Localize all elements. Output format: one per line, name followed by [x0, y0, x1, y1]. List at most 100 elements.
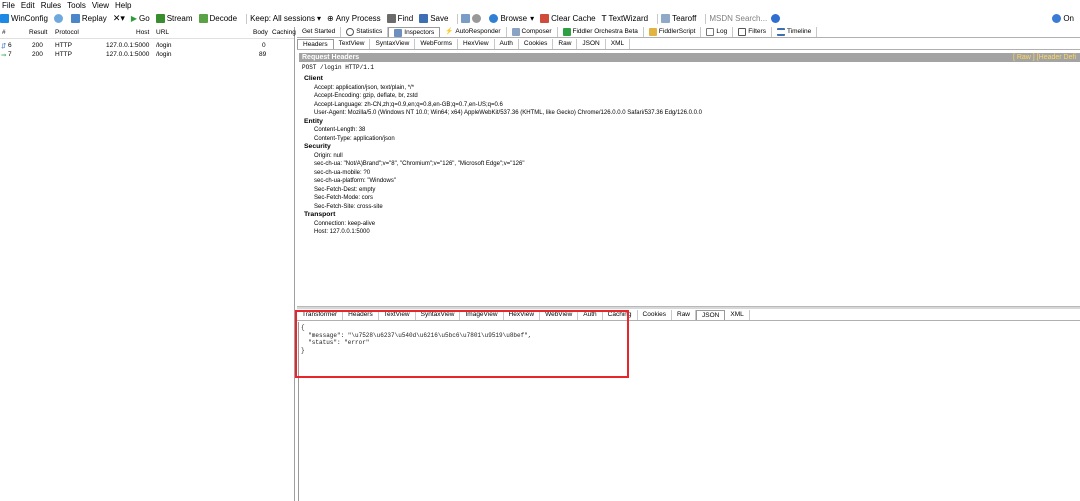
header-entry[interactable]: Connection: keep-alive	[304, 220, 1064, 229]
chevron-down-icon: ▾	[530, 14, 535, 23]
crosshair-icon: ⊕	[327, 14, 334, 23]
session-list-header: # Result Protocol Host URL Body Caching	[0, 27, 296, 39]
tab-request-raw[interactable]: Raw	[553, 39, 578, 49]
save-button[interactable]: Save	[419, 14, 448, 23]
tab-fiddler-orchestra[interactable]: Fiddler Orchestra Beta	[558, 27, 644, 37]
binoculars-icon	[386, 14, 396, 23]
menu-bar: File Edit Rules Tools View Help	[0, 0, 1080, 11]
header-entry[interactable]: Accept-Encoding: gzip, deflate, br, zstd	[304, 92, 1064, 101]
session-row[interactable]: ⇒ 7 200 HTTP 127.0.0.1:5000 /login 89	[0, 50, 294, 59]
replay-button[interactable]: Replay	[70, 14, 107, 23]
column-header-host[interactable]: Host	[136, 29, 149, 36]
request-tabs: Headers TextView SyntaxView WebForms Hex…	[297, 39, 1080, 50]
request-response-splitter[interactable]	[297, 306, 1080, 309]
column-header-number[interactable]: #	[2, 29, 6, 36]
filters-checkbox-icon	[738, 28, 747, 36]
tab-get-started[interactable]: Get Started	[297, 27, 342, 37]
tab-response-xml[interactable]: XML	[725, 310, 750, 320]
header-entry[interactable]: sec-ch-ua-mobile: ?0	[304, 169, 1064, 178]
clear-cache-icon	[540, 14, 550, 23]
tearoff-button[interactable]: Tearoff	[654, 13, 696, 24]
winconfig-button[interactable]: WinConfig	[0, 14, 48, 23]
comment-button[interactable]	[53, 14, 65, 23]
header-group-entity[interactable]: Entity	[304, 118, 1064, 127]
any-process-button[interactable]: ⊕ Any Process	[327, 14, 381, 23]
header-entry[interactable]: Content-Type: application/json	[304, 135, 1064, 144]
tab-autoresponder[interactable]: ⚡ AutoResponder	[440, 27, 507, 37]
tab-request-cookies[interactable]: Cookies	[519, 39, 554, 49]
header-entry[interactable]: Host: 127.0.0.1:5000	[304, 228, 1064, 237]
tab-log[interactable]: Log	[701, 27, 734, 37]
column-header-body[interactable]: Body	[253, 29, 268, 36]
header-entry[interactable]: Accept: application/json, text/plain, */…	[304, 84, 1064, 93]
textwizard-icon: T	[601, 14, 607, 23]
tab-inspectors[interactable]: Inspectors	[388, 27, 441, 37]
header-group-transport[interactable]: Transport	[304, 211, 1064, 220]
save-icon	[419, 14, 429, 23]
session-body: 89	[259, 51, 267, 58]
tab-request-headers[interactable]: Headers	[297, 39, 334, 49]
menu-file[interactable]: File	[2, 1, 15, 10]
tab-filters[interactable]: Filters	[733, 27, 772, 37]
column-header-caching[interactable]: Caching	[272, 29, 296, 36]
column-header-url[interactable]: URL	[156, 29, 169, 36]
session-result: 200	[32, 42, 43, 49]
tab-response-raw[interactable]: Raw	[672, 310, 697, 320]
header-entry[interactable]: Sec-Fetch-Site: cross-site	[304, 203, 1064, 212]
online-indicator: On	[1052, 14, 1074, 23]
keep-sessions-dropdown[interactable]: Keep: All sessions ▾	[243, 13, 321, 24]
header-group-security[interactable]: Security	[304, 143, 1064, 152]
tab-fiddlerscript[interactable]: FiddlerScript	[644, 27, 702, 37]
msdn-search-input[interactable]: MSDN Search...	[702, 13, 782, 24]
go-button[interactable]: ▶ Go	[131, 14, 150, 23]
tab-request-xml[interactable]: XML	[606, 39, 631, 49]
tab-request-hexview[interactable]: HexView	[458, 39, 495, 49]
tab-request-textview[interactable]: TextView	[334, 39, 371, 49]
fiddlerscript-icon	[648, 28, 657, 36]
session-row[interactable]: ⇵ 6 200 HTTP 127.0.0.1:5000 /login 0	[0, 41, 294, 50]
header-entry[interactable]: Sec-Fetch-Dest: empty	[304, 186, 1064, 195]
header-entry[interactable]: Sec-Fetch-Mode: cors	[304, 194, 1064, 203]
tab-request-webforms[interactable]: WebForms	[415, 39, 458, 49]
toolbar-separator	[457, 13, 459, 24]
header-entry[interactable]: Origin: null	[304, 152, 1064, 161]
menu-edit[interactable]: Edit	[21, 1, 35, 10]
find-button[interactable]: Find	[386, 14, 413, 23]
menu-help[interactable]: Help	[115, 1, 131, 10]
tab-request-auth[interactable]: Auth	[495, 39, 519, 49]
header-entry[interactable]: Content-Length: 38	[304, 126, 1064, 135]
stream-button[interactable]: Stream	[155, 14, 193, 23]
header-entry[interactable]: Accept-Language: zh-CN,zh;q=0.9,en;q=0.8…	[304, 101, 1064, 110]
clear-cache-button[interactable]: Clear Cache	[540, 14, 596, 23]
header-entry[interactable]: User-Agent: Mozilla/5.0 (Windows NT 10.0…	[304, 109, 1064, 118]
header-group-client[interactable]: Client	[304, 75, 1064, 84]
tab-response-json[interactable]: JSON	[696, 310, 726, 320]
timer-icon	[472, 14, 482, 23]
textwizard-button[interactable]: T TextWizard	[602, 14, 648, 23]
decode-button[interactable]: Decode	[198, 14, 237, 23]
header-entry[interactable]: sec-ch-ua-platform: "Windows"	[304, 177, 1064, 186]
browse-button[interactable]: Browse ▾	[489, 14, 534, 23]
column-header-result[interactable]: Result	[29, 29, 47, 36]
menu-rules[interactable]: Rules	[41, 1, 61, 10]
screenshot-button[interactable]	[454, 13, 483, 24]
menu-view[interactable]: View	[92, 1, 109, 10]
tab-response-cookies[interactable]: Cookies	[638, 310, 672, 320]
session-url: /login	[156, 51, 172, 58]
tab-request-syntaxview[interactable]: SyntaxView	[370, 39, 416, 49]
header-entry[interactable]: sec-ch-ua: "Not/A)Brand";v="8", "Chromiu…	[304, 160, 1064, 169]
timeline-icon	[776, 28, 785, 36]
remove-button[interactable]: ✕▾	[113, 13, 125, 24]
raw-header-definitions-links[interactable]: [ Raw ] [Header Defi	[1013, 53, 1076, 62]
request-headers-title: Request Headers	[302, 54, 360, 61]
tab-statistics[interactable]: Statistics	[341, 27, 389, 37]
toolbar-separator	[705, 13, 707, 24]
toolbar-separator	[657, 13, 659, 24]
request-header-tree: Client Accept: application/json, text/pl…	[304, 75, 1064, 237]
tab-request-json[interactable]: JSON	[577, 39, 606, 49]
tab-timeline[interactable]: Timeline	[772, 27, 818, 37]
menu-tools[interactable]: Tools	[67, 1, 86, 10]
tab-composer[interactable]: Composer	[507, 27, 558, 37]
request-line: POST /login HTTP/1.1	[302, 64, 375, 71]
column-header-protocol[interactable]: Protocol	[55, 29, 79, 36]
